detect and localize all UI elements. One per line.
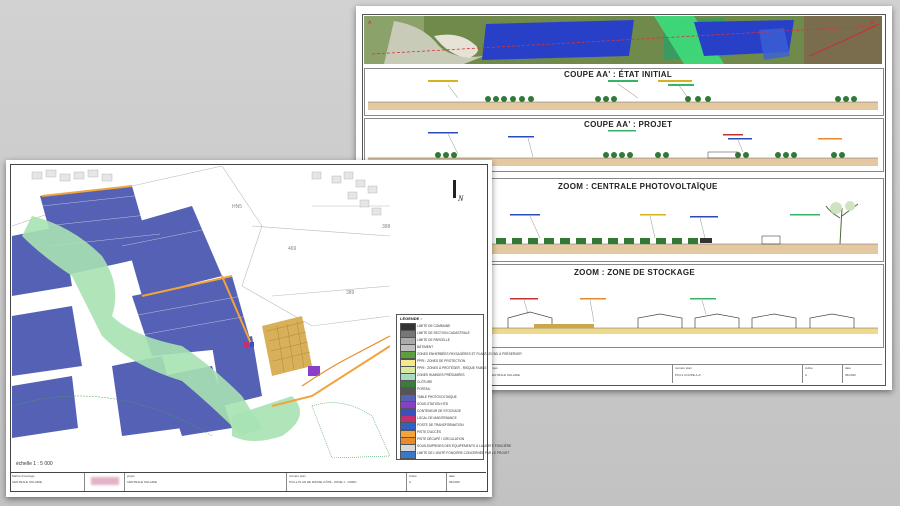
- tb-document-value: PC3.2 COUPE A-A': [675, 373, 702, 377]
- legend-label: LOCAL DE MAINTENANCE: [417, 415, 457, 420]
- legend-label: LIMITE DE SECTION CADASTRALE: [417, 330, 470, 335]
- parcel-number: 389: [346, 290, 355, 296]
- site-plan-sheet[interactable]: HN5 469 389 388 N LÉGENDE : LIMITE DE CO…: [6, 160, 522, 497]
- north-arrow: N: [450, 178, 466, 216]
- legend-label: PISTE D'ACCÈS: [417, 430, 441, 434]
- legend-label: PPRI : ZONES DE PROTECTION: [417, 359, 466, 363]
- section-start-label: A: [368, 20, 372, 26]
- redacted-logo: [91, 477, 119, 485]
- panel-zoom-pv-title: ZOOM : CENTRALE PHOTOVOLTAÏQUE: [558, 182, 718, 191]
- tb-indice-value: A: [805, 373, 808, 377]
- panel-initial-title: COUPE AA' : ÉTAT INITIAL: [564, 70, 673, 79]
- legend-label: CLÔTURE: [417, 380, 433, 385]
- legend-label: ZONES HUMIDES PRÉSUMÉES: [417, 373, 465, 378]
- legend-label: PORTAIL: [417, 387, 431, 392]
- profile-initial: [368, 80, 878, 110]
- legend: LÉGENDE : LIMITE DE COMMUNE LIMITE DE SEC…: [396, 314, 522, 460]
- tb-date-value: 06/2020: [449, 480, 460, 484]
- parcel-number: 469: [288, 246, 297, 252]
- legend-label: CONTENEUR DE STOCKAGE: [417, 408, 462, 413]
- legend-title: LÉGENDE :: [400, 316, 422, 321]
- legend-label: PPRI : ZONES À PROTÉGER - RISQUE FAIBLE: [417, 366, 487, 371]
- tb-document-label: numéro plan: [675, 366, 692, 370]
- site-plan-map: [12, 166, 390, 458]
- legend-label: SOUS-EMPRISES DES ÉQUIPEMENTS À LA LIMIT…: [417, 444, 512, 449]
- legend-label: LIMITE DE PARCELLE: [417, 337, 450, 342]
- legend-label: TABLE PHOTOVOLTAÏQUE: [417, 394, 457, 399]
- tb-date-value: 06/2020: [845, 373, 856, 377]
- tb-indice-label: indice: [805, 366, 813, 370]
- tb-maitre-value: CENTRALE SOLAIRE: [12, 480, 42, 484]
- title-block-back: projet CENTRALE SOLAIRE numéro plan PC3.…: [488, 364, 882, 383]
- legend-label: LIMITE DE L'UNITÉ FONCIÈRE CONCERNÉE PAR…: [417, 451, 510, 456]
- tb-date-label: date: [845, 366, 851, 370]
- north-letter: N: [458, 194, 464, 203]
- parcel-number: HN5: [232, 204, 243, 210]
- viewer-canvas: A A' COUPE AA' : ÉTAT INITIAL COUPE AA' …: [0, 0, 900, 506]
- legend-label: LIMITE DE COMMUNE: [417, 323, 451, 328]
- scale-label: échelle 1 : 5 000: [16, 461, 53, 467]
- tb-indice-label: indice: [409, 474, 417, 478]
- tb-projet-value: CENTRALE SOLAIRE: [490, 373, 520, 377]
- legend-swatch: [400, 450, 416, 459]
- title-block-front: Maître d'ouvrage CENTRALE SOLAIRE projet…: [10, 472, 486, 491]
- panel-zoom-stockage-title: ZOOM : ZONE DE STOCKAGE: [574, 268, 695, 277]
- legend-label: POSTE DE TRANSFORMATION: [417, 422, 464, 427]
- parcel-number: 388: [382, 224, 391, 230]
- aerial-strip: [364, 16, 882, 64]
- profile-zoom-pv: [490, 201, 878, 254]
- tb-document-label: numéro plan: [289, 474, 306, 478]
- tb-document-value: PC2.a PLAN DE MASSE CÔTÉ - ZONE 1 - NORD: [289, 480, 357, 484]
- legend-label: SOUS-STATION HTB: [417, 401, 448, 406]
- legend-label: BÂTIMENT: [417, 344, 434, 349]
- tb-projet-value: CENTRALE SOLAIRE: [127, 480, 157, 484]
- tb-projet-label: projet: [127, 474, 135, 478]
- profile-zoom-stockage: [490, 298, 878, 334]
- tb-indice-value: A: [409, 480, 412, 484]
- section-end-label: A': [870, 20, 875, 26]
- legend-label: ZONES ENHERBÉES PAYSAGÈRES ET PLANTATION…: [417, 351, 522, 356]
- panel-projet-title: COUPE AA' : PROJET: [584, 120, 673, 129]
- legend-label: PISTE DÉCAPÉ / CIRCULATION: [417, 437, 465, 442]
- tb-date-label: date: [449, 474, 455, 478]
- tb-maitre-label: Maître d'ouvrage: [12, 474, 35, 478]
